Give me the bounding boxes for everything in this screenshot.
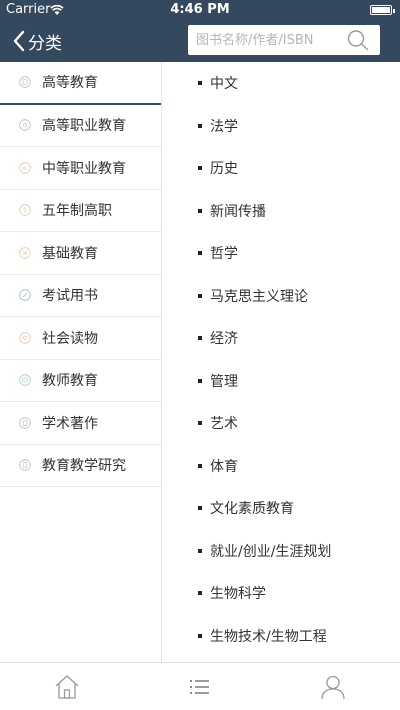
category-item-higher-vocational[interactable]: 高等职业教育 [0,105,161,147]
subcategory-label: 法学 [210,118,238,135]
bullet [198,591,202,596]
subcategory-label: 管理 [210,373,238,390]
bullet [198,293,202,298]
subcategory-label: 艺术 [210,416,238,433]
chart-icon [19,162,31,174]
bullet [198,208,202,213]
category-label: 考试用书 [42,288,98,305]
bullet [198,166,202,171]
subcategory-item[interactable]: 就业/创业/生涯规划 [163,530,400,573]
category-item-five-year[interactable]: 五年制高职 [0,190,161,232]
category-item-higher-education[interactable]: 高等教育 [0,62,161,105]
subcategory-item[interactable]: 艺术 [163,402,400,445]
battery-icon [370,5,395,15]
subcategory-label: 文化素质教育 [210,501,294,518]
category-label: 教师教育 [42,373,98,390]
book-icon [19,76,31,88]
clock: 4:46 PM [170,2,230,17]
subcategory-label: 经济 [210,331,238,348]
subcategory-label: 马克思主义理论 [210,288,308,305]
category-item-education-research[interactable]: 教育教学研究 [0,445,161,487]
search-icon[interactable] [346,29,370,51]
status-bar: Carrier 4:46 PM [0,0,400,20]
subcategory-label: 哲学 [210,246,238,263]
circle-icon [19,119,31,131]
pen-icon [19,289,31,301]
heart-icon [19,332,31,344]
bullet [198,463,202,468]
category-label: 高等职业教育 [42,118,126,135]
category-label: 高等教育 [42,75,98,92]
search-box[interactable] [188,25,380,55]
search-input[interactable] [196,25,346,55]
bullet [198,81,202,86]
category-list: 高等教育 高等职业教育 中等职业教育 五年制高职 基础教育 考试用书 社会读物 … [0,62,162,662]
bullet [198,633,202,638]
board-icon [19,374,31,386]
tab-bar [0,662,400,710]
list-icon [189,680,209,694]
nav-bar: 分类 [0,20,400,62]
back-label: 分类 [28,33,62,54]
subcategory-label: 生物科学 [210,586,266,603]
category-label: 五年制高职 [42,203,112,220]
user-icon [320,675,345,700]
subcategory-label: 体育 [210,458,238,475]
bullet [198,378,202,383]
category-item-academic-works[interactable]: 学术著作 [0,402,161,445]
subcategory-item[interactable]: 法学 [163,105,400,148]
category-label: 基础教育 [42,245,98,262]
subcategory-item[interactable]: 中文 [163,62,400,105]
subcategory-item[interactable]: 新闻传播 [163,190,400,233]
subcategory-item[interactable]: 马克思主义理论 [163,275,400,318]
category-item-exam-books[interactable]: 考试用书 [0,275,161,317]
document-icon [19,459,31,471]
bullet [198,421,202,426]
star-icon [19,247,31,259]
subcategory-label: 就业/创业/生涯规划 [210,543,332,560]
subcategory-item[interactable]: 生物科学 [163,572,400,615]
bullet [198,336,202,341]
subcategory-label: 生物技术/生物工程 [210,628,327,645]
subcategory-label: 新闻传播 [210,203,266,220]
category-item-secondary-vocational[interactable]: 中等职业教育 [0,147,161,190]
subcategory-list: 中文 法学 历史 新闻传播 哲学 马克思主义理论 经济 管理 艺术 体育 文化素… [163,62,400,662]
category-item-general-reading[interactable]: 社会读物 [0,317,161,360]
chevron-left-icon [13,30,25,52]
category-item-teacher-education[interactable]: 教师教育 [0,360,161,402]
tab-category[interactable] [133,663,266,710]
back-button[interactable]: 分类 [12,28,62,54]
home-icon [55,675,78,699]
number-icon [19,204,31,216]
category-label: 教育教学研究 [42,458,126,475]
category-label: 社会读物 [42,330,98,347]
category-item-basic-education[interactable]: 基础教育 [0,232,161,275]
subcategory-label: 中文 [210,76,238,93]
subcategory-item[interactable]: 体育 [163,445,400,488]
category-label: 中等职业教育 [42,160,126,177]
bullet [198,506,202,511]
tab-home[interactable] [0,663,133,710]
subcategory-item[interactable]: 哲学 [163,232,400,275]
bullet [198,123,202,128]
subcategory-item[interactable]: 文化素质教育 [163,487,400,530]
subcategory-label: 历史 [210,161,238,178]
bullet [198,251,202,256]
subcategory-item[interactable]: 生物技术/生物工程 [163,615,400,658]
subcategory-item[interactable]: 历史 [163,147,400,190]
category-label: 学术著作 [42,415,98,432]
tab-profile[interactable] [266,663,399,710]
subcategory-item[interactable]: 管理 [163,360,400,403]
subcategory-item[interactable]: 经济 [163,317,400,360]
document-icon [19,417,31,429]
bullet [198,548,202,553]
